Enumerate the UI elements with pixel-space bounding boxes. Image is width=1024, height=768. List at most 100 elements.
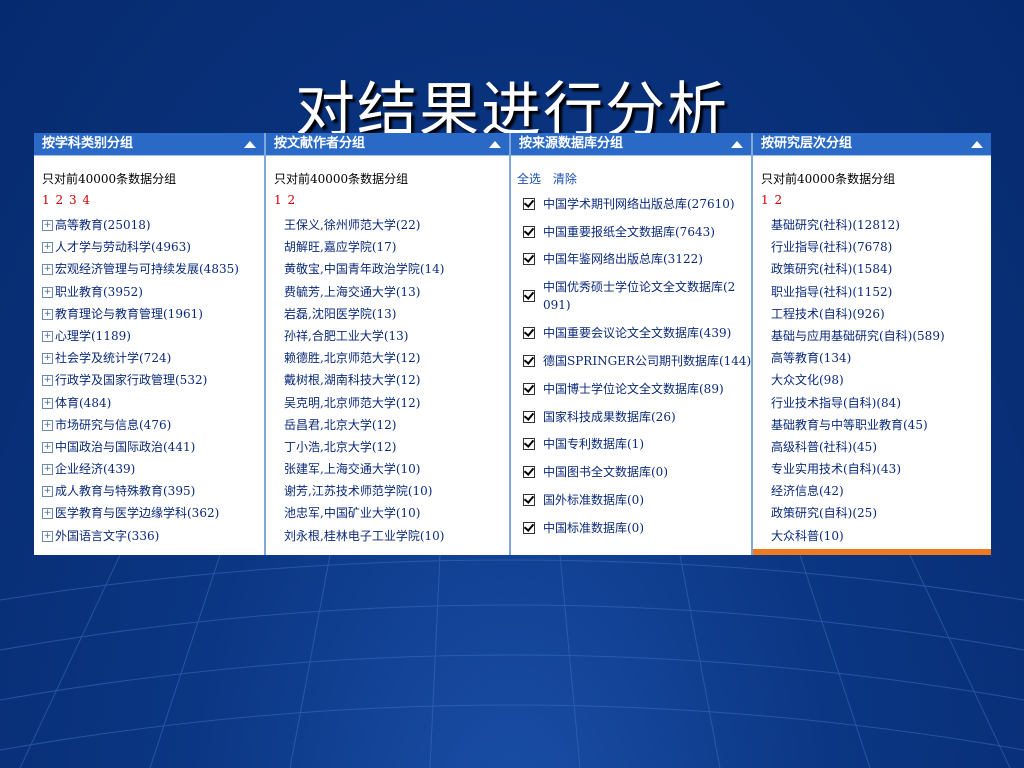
expand-icon[interactable]: + — [42, 264, 53, 276]
list-item[interactable]: 池忠军,中国矿业大学(10) — [274, 502, 509, 524]
page-link[interactable]: 3 — [69, 193, 77, 207]
list-item[interactable]: 基础与应用基础研究(自科)(589) — [761, 325, 991, 347]
list-item[interactable]: 经济信息(42) — [761, 480, 991, 502]
database-option[interactable]: 中国图书全文数据库(0) — [517, 458, 751, 486]
expand-icon[interactable]: + — [42, 508, 53, 520]
page-link[interactable]: 2 — [55, 193, 63, 207]
list-item[interactable]: + 企业经济(439) — [42, 458, 264, 480]
level-group-header[interactable]: 按研究层次分组 — [753, 133, 991, 156]
list-item[interactable]: 职业指导(社科)(1152) — [761, 281, 991, 303]
checkbox[interactable] — [523, 327, 535, 340]
list-item[interactable]: 戴树根,湖南科技大学(12) — [274, 369, 509, 391]
database-option[interactable]: 中国优秀硕士学位论文全文数据库(2 091) — [517, 273, 751, 319]
list-item[interactable]: + 体育(484) — [42, 392, 264, 414]
expand-icon[interactable]: + — [42, 353, 53, 365]
list-item[interactable]: 基础研究(社科)(12812) — [761, 214, 991, 236]
database-option[interactable]: 中国标准数据库(0) — [517, 514, 751, 542]
list-item[interactable]: + 宏观经济管理与可持续发展(4835) — [42, 258, 264, 280]
database-option[interactable]: 中国学术期刊网络出版总库(27610) — [517, 190, 751, 218]
list-item[interactable]: + 职业教育(3952) — [42, 281, 264, 303]
next-group-header-bar[interactable] — [753, 549, 991, 555]
list-item[interactable]: 专业实用技术(自科)(43) — [761, 458, 991, 480]
list-item[interactable]: + 医学教育与医学边缘学科(362) — [42, 502, 264, 524]
list-item[interactable]: 黄敬宝,中国青年政治学院(14) — [274, 258, 509, 280]
collapse-triangle-icon[interactable] — [971, 141, 983, 148]
expand-icon[interactable]: + — [42, 530, 53, 542]
source-group-header[interactable]: 按来源数据库分组 — [511, 133, 751, 156]
database-option[interactable]: 国家科技成果数据库(26) — [517, 403, 751, 431]
expand-icon[interactable]: + — [42, 220, 53, 231]
list-item[interactable]: 工程技术(自科)(926) — [761, 303, 991, 325]
select-all-link[interactable]: 全选 — [517, 172, 541, 186]
list-item[interactable]: 费毓芳,上海交通大学(13) — [274, 281, 509, 303]
expand-icon[interactable]: + — [42, 486, 53, 498]
checkbox[interactable] — [523, 438, 535, 451]
list-item[interactable]: 行业指导(社科)(7678) — [761, 236, 991, 258]
list-item[interactable]: 胡解旺,嘉应学院(17) — [274, 236, 509, 258]
list-item[interactable]: 丁小浩,北京大学(12) — [274, 436, 509, 458]
checkbox[interactable] — [523, 494, 535, 507]
expand-icon[interactable]: + — [42, 308, 53, 320]
checkbox[interactable] — [523, 290, 535, 303]
expand-icon[interactable]: + — [42, 441, 53, 453]
page-link[interactable]: 2 — [287, 193, 295, 207]
list-item[interactable]: 岳昌君,北京大学(12) — [274, 414, 509, 436]
expand-icon[interactable]: + — [42, 242, 53, 254]
list-item[interactable]: + 市场研究与信息(476) — [42, 414, 264, 436]
list-item[interactable]: + 人才学与劳动科学(4963) — [42, 236, 264, 258]
database-option[interactable]: 中国博士学位论文全文数据库(89) — [517, 375, 751, 403]
list-item[interactable]: 政策研究(社科)(1584) — [761, 258, 991, 280]
author-group-header[interactable]: 按文献作者分组 — [266, 133, 509, 156]
expand-icon[interactable]: + — [42, 397, 53, 409]
checkbox[interactable] — [523, 521, 535, 534]
list-item[interactable]: 张建军,上海交通大学(10) — [274, 458, 509, 480]
list-item[interactable]: 大众文化(98) — [761, 369, 991, 391]
list-item[interactable]: 王保义,徐州师范大学(22) — [274, 214, 509, 236]
subject-group-header[interactable]: 按学科类别分组 — [34, 133, 264, 156]
checkbox[interactable] — [523, 410, 535, 423]
database-option[interactable]: 中国年鉴网络出版总库(3122) — [517, 246, 751, 274]
list-item[interactable]: 孙祥,合肥工业大学(13) — [274, 325, 509, 347]
checkbox[interactable] — [523, 225, 535, 238]
page-link[interactable]: 1 — [42, 193, 50, 207]
expand-icon[interactable]: + — [42, 464, 53, 476]
list-item[interactable]: + 行政学及国家行政管理(532) — [42, 369, 264, 391]
list-item[interactable]: 行业技术指导(自科)(84) — [761, 392, 991, 414]
database-option[interactable]: 中国重要报纸全文数据库(7643) — [517, 218, 751, 246]
checkbox[interactable] — [523, 253, 535, 266]
list-item[interactable]: 基础教育与中等职业教育(45) — [761, 414, 991, 436]
collapse-triangle-icon[interactable] — [489, 141, 501, 148]
expand-icon[interactable]: + — [42, 286, 53, 298]
list-item[interactable]: 政策研究(自科)(25) — [761, 502, 991, 524]
list-item[interactable]: + 高等教育(25018) — [42, 214, 264, 236]
list-item[interactable]: 刘永根,桂林电子工业学院(10) — [274, 525, 509, 547]
database-option[interactable]: 德国SPRINGER公司期刊数据库(144) — [517, 347, 751, 375]
list-item[interactable]: 岩磊,沈阳医学院(13) — [274, 303, 509, 325]
clear-link[interactable]: 清除 — [553, 172, 577, 186]
expand-icon[interactable]: + — [42, 330, 53, 342]
collapse-triangle-icon[interactable] — [731, 141, 743, 148]
database-option[interactable]: 国外标准数据库(0) — [517, 486, 751, 514]
list-item[interactable]: 高等教育(134) — [761, 347, 991, 369]
list-item[interactable]: 谢芳,江苏技术师范学院(10) — [274, 480, 509, 502]
database-option[interactable]: 中国重要会议论文全文数据库(439) — [517, 319, 751, 347]
list-item[interactable]: 大众科普(10) — [761, 525, 991, 547]
page-link[interactable]: 1 — [274, 193, 282, 207]
list-item[interactable]: + 教育理论与教育管理(1961) — [42, 303, 264, 325]
list-item[interactable]: + 外国语言文字(336) — [42, 525, 264, 547]
expand-icon[interactable]: + — [42, 375, 53, 387]
list-item[interactable]: + 成人教育与特殊教育(395) — [42, 480, 264, 502]
checkbox[interactable] — [523, 466, 535, 479]
expand-icon[interactable]: + — [42, 419, 53, 431]
database-option[interactable]: 中国专利数据库(1) — [517, 431, 751, 459]
list-item[interactable]: + 中国政治与国际政治(441) — [42, 436, 264, 458]
checkbox[interactable] — [523, 382, 535, 395]
page-link[interactable]: 2 — [774, 193, 782, 207]
page-link[interactable]: 1 — [761, 193, 769, 207]
list-item[interactable]: + 社会学及统计学(724) — [42, 347, 264, 369]
checkbox[interactable] — [523, 197, 535, 210]
checkbox[interactable] — [523, 355, 535, 368]
collapse-triangle-icon[interactable] — [244, 141, 256, 148]
list-item[interactable]: + 心理学(1189) — [42, 325, 264, 347]
page-link[interactable]: 4 — [82, 193, 90, 207]
